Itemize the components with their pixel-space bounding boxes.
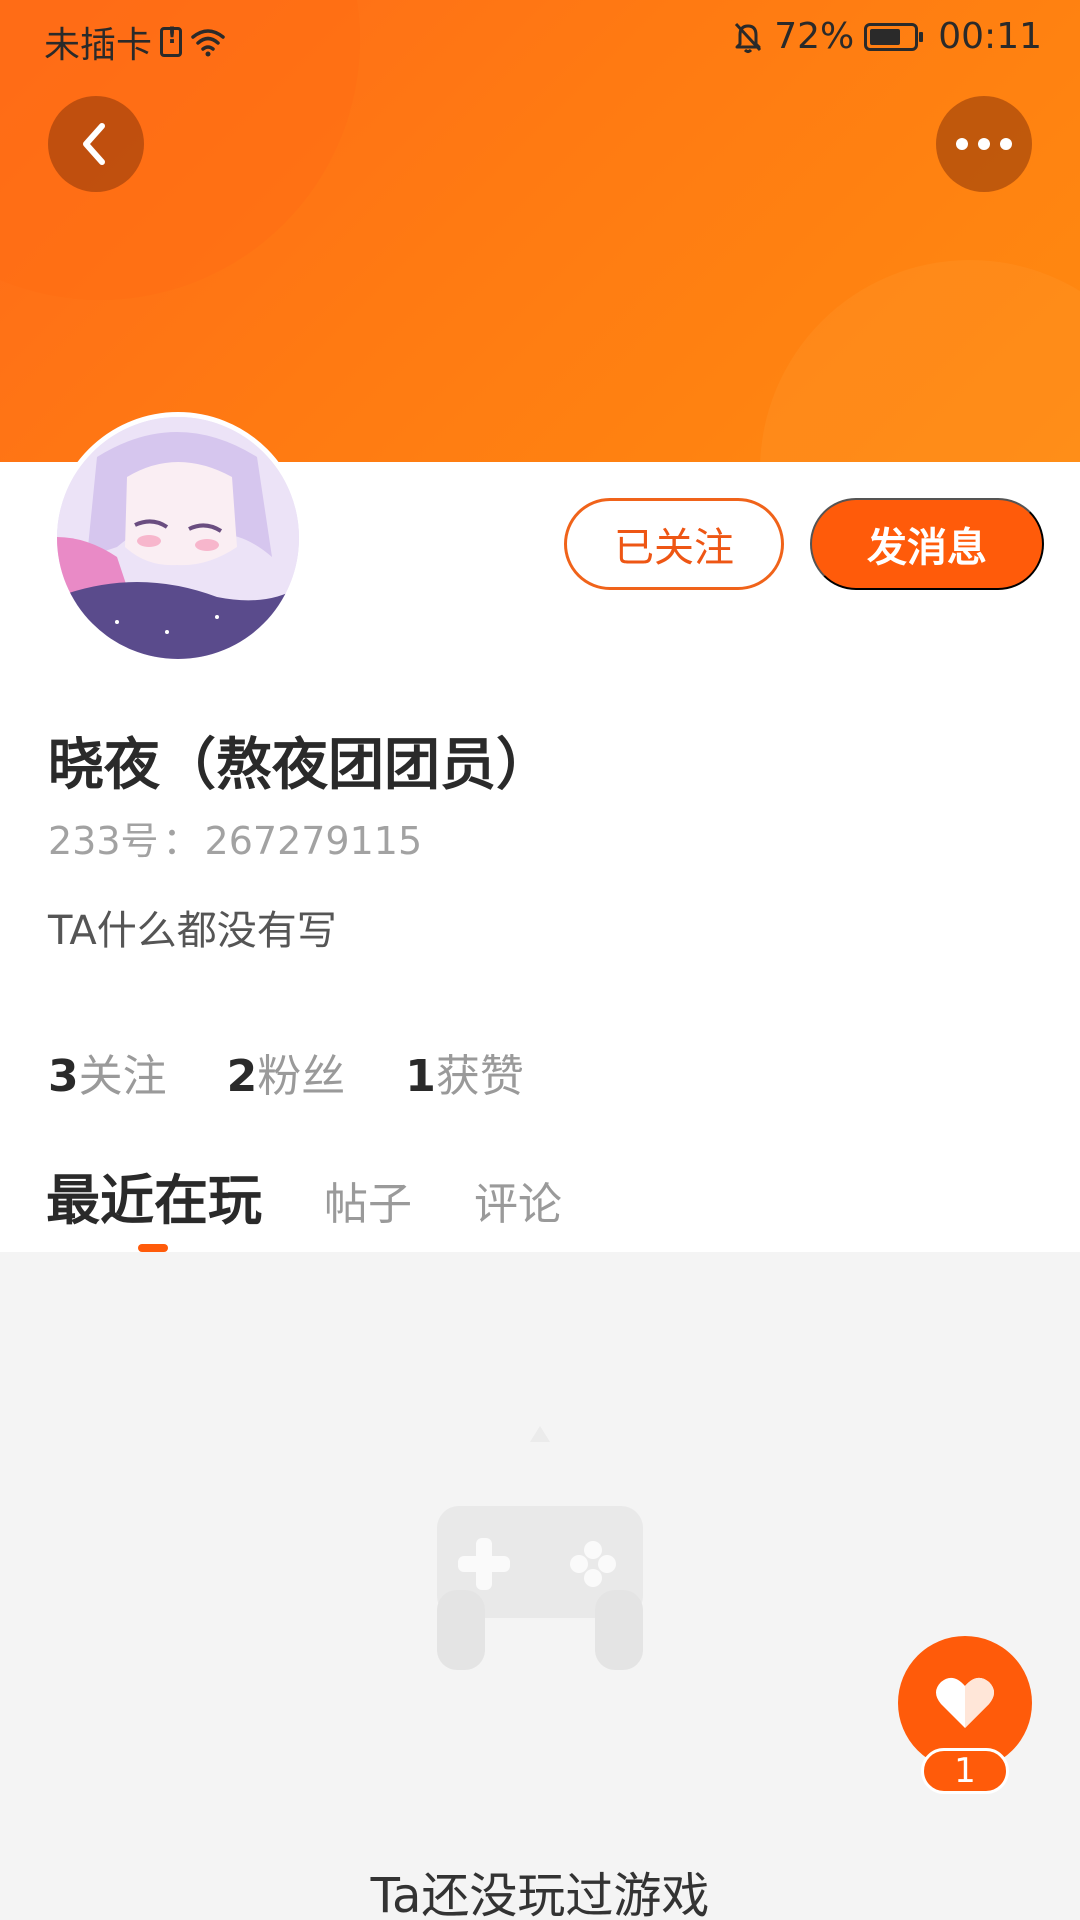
user-id-value: 267279115 bbox=[204, 819, 423, 863]
stat-followers[interactable]: 2粉丝 bbox=[227, 1040, 346, 1104]
battery-percent: 72% bbox=[774, 16, 855, 57]
carrier-label: 未插卡 bbox=[44, 25, 153, 66]
banner-decoration bbox=[760, 260, 1080, 462]
stat-label: 获赞 bbox=[435, 1051, 524, 1102]
back-button[interactable] bbox=[48, 96, 144, 192]
stat-label: 粉丝 bbox=[257, 1051, 346, 1102]
bell-off-icon bbox=[735, 22, 762, 53]
user-bio: TA什么都没有写 bbox=[48, 908, 337, 954]
tab-recently-played[interactable]: 最近在玩 bbox=[46, 1156, 262, 1235]
user-id-separator: ： bbox=[162, 819, 201, 863]
user-id-label: 233号 bbox=[48, 819, 159, 863]
stat-likes[interactable]: 1获赞 bbox=[405, 1040, 524, 1104]
sim-alert-icon bbox=[160, 24, 183, 57]
user-name: 晓夜（熬夜团团员） bbox=[48, 733, 552, 798]
status-bar: 未插卡 72% 00:11 bbox=[0, 0, 1080, 76]
user-id: 233号： 267279115 bbox=[48, 810, 422, 865]
stat-label: 关注 bbox=[78, 1051, 167, 1102]
chevron-left-icon bbox=[83, 123, 105, 165]
clock: 00:11 bbox=[938, 16, 1042, 57]
more-button[interactable] bbox=[936, 96, 1032, 192]
avatar[interactable] bbox=[52, 412, 304, 664]
profile-tabs: 最近在玩 帖子 评论 bbox=[46, 1156, 624, 1235]
tab-comments[interactable]: 评论 bbox=[474, 1168, 562, 1232]
heart-icon bbox=[936, 1677, 994, 1728]
wifi-icon bbox=[191, 29, 225, 57]
stat-count: 3 bbox=[48, 1051, 79, 1102]
avatar-illustration bbox=[57, 417, 299, 659]
battery-icon bbox=[864, 22, 924, 51]
more-dots-icon bbox=[956, 138, 1012, 150]
gamepad-icon bbox=[437, 1426, 643, 1670]
following-button[interactable]: 已关注 bbox=[564, 498, 784, 590]
send-message-button[interactable]: 发消息 bbox=[810, 498, 1044, 590]
user-stats: 3关注 2粉丝 1获赞 bbox=[48, 1040, 524, 1104]
like-count-badge: 1 bbox=[921, 1748, 1009, 1794]
stat-count: 2 bbox=[226, 1051, 258, 1102]
profile-screen: 未插卡 72% 00:11 bbox=[0, 0, 1080, 1920]
tab-posts[interactable]: 帖子 bbox=[324, 1168, 412, 1232]
empty-state-text: Ta还没玩过游戏 bbox=[370, 1868, 710, 1920]
stat-following[interactable]: 3关注 bbox=[48, 1040, 167, 1104]
stat-count: 1 bbox=[405, 1051, 436, 1102]
active-tab-indicator bbox=[138, 1244, 168, 1252]
